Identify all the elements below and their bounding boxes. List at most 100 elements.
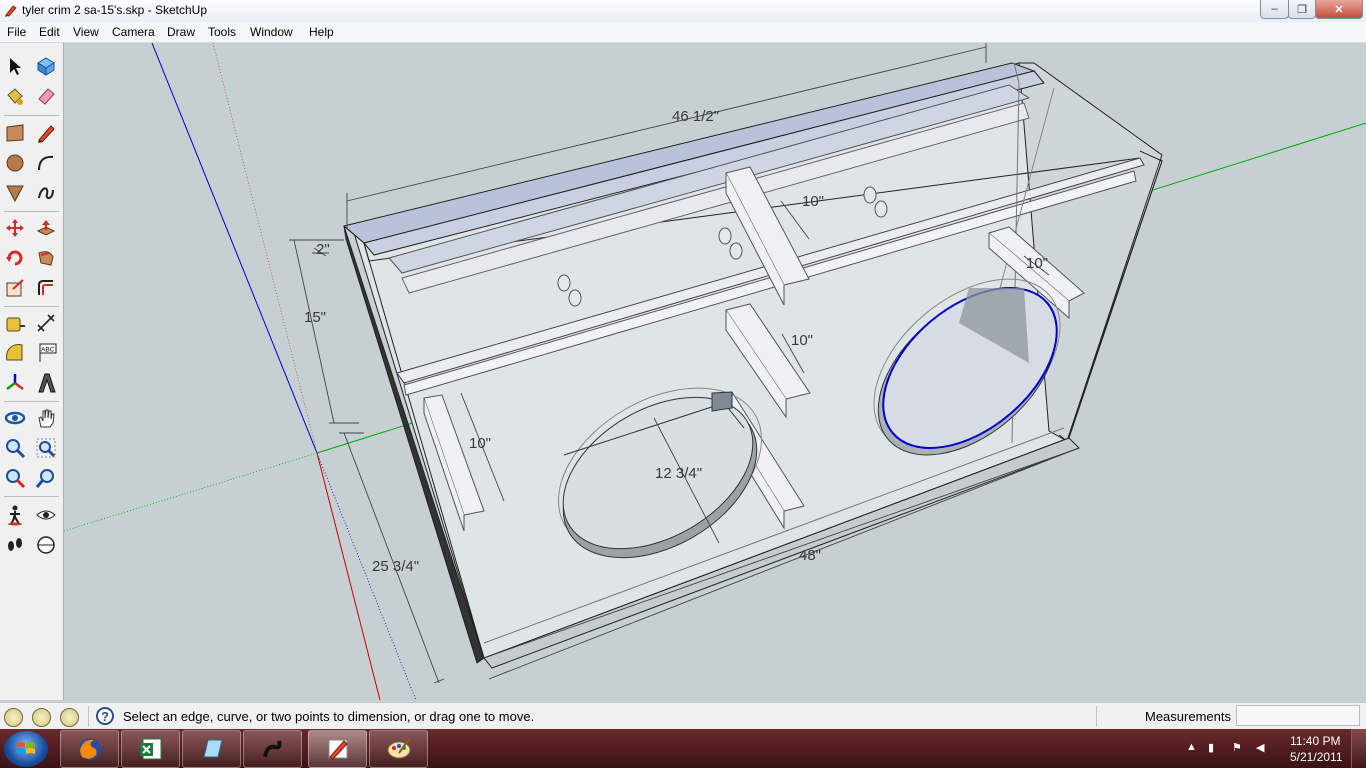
measurements-input[interactable] [1236, 705, 1360, 726]
credits-icon[interactable] [32, 708, 51, 727]
notepad-icon [202, 739, 223, 758]
clock-date[interactable]: 5/21/2011 [1290, 750, 1343, 764]
pencil-icon[interactable] [33, 120, 59, 146]
green-axis-dotted-line [64, 452, 318, 532]
tools-toolbar: ABC [0, 43, 64, 700]
help-icon[interactable]: ? [96, 707, 114, 725]
zoom-window-icon[interactable] [33, 435, 59, 461]
polygon-icon[interactable] [2, 180, 28, 206]
close-button[interactable]: ✕ [1315, 0, 1363, 19]
geo-location-icon[interactable] [4, 708, 23, 727]
section-plane-icon[interactable] [33, 532, 59, 558]
start-button[interactable] [4, 731, 48, 767]
paint-icon [387, 738, 410, 759]
menu-edit[interactable]: Edit [39, 25, 60, 39]
dim-brace-mid[interactable]: 10" [791, 332, 813, 349]
excel-icon [139, 738, 161, 760]
scale-icon[interactable] [2, 275, 28, 301]
status-message: Select an edge, curve, or two points to … [123, 709, 535, 724]
dim-sub-diameter[interactable]: 12 3/4" [655, 465, 702, 482]
blue-axis-dotted-line [316, 452, 417, 700]
follow-me-icon[interactable] [33, 245, 59, 271]
show-desktop-button[interactable] [1351, 729, 1366, 768]
blue-axis-line [151, 43, 318, 454]
look-around-icon[interactable] [33, 502, 59, 528]
circle-icon[interactable] [2, 150, 28, 176]
arc-icon[interactable] [33, 150, 59, 176]
sketchup-icon [328, 739, 348, 760]
select-icon[interactable] [2, 53, 28, 79]
zoom-icon[interactable] [2, 435, 28, 461]
dim-brace-right[interactable]: 10" [1026, 255, 1048, 272]
minimize-button[interactable]: ‒ [1260, 0, 1289, 19]
protractor-icon[interactable] [2, 340, 28, 366]
walk-icon[interactable] [2, 502, 28, 528]
status-bar: ? Select an edge, curve, or two points t… [0, 702, 1366, 730]
3d-text-icon[interactable] [33, 370, 59, 396]
menu-bar: File Edit View Camera Draw Tools Window … [0, 22, 1366, 43]
menu-window[interactable]: Window [250, 25, 293, 39]
menu-view[interactable]: View [73, 25, 99, 39]
model-drawing [64, 43, 1366, 700]
red-axis-line [316, 452, 381, 700]
move-icon[interactable] [2, 215, 28, 241]
show-hidden-icons-icon[interactable]: ▲ [1186, 741, 1200, 755]
rotate-icon[interactable] [2, 245, 28, 271]
minimize-icon: ‒ [1271, 3, 1278, 15]
zoom-extents-icon[interactable] [2, 465, 28, 491]
window-title: tyler crim 2 sa-15's.skp - SketchUp [22, 3, 208, 17]
taskbar-excel[interactable] [121, 730, 180, 768]
taskbar-logitech[interactable] [243, 730, 302, 768]
taskbar-firefox[interactable] [60, 730, 119, 768]
pan-icon[interactable] [33, 405, 59, 431]
orbit-icon[interactable] [2, 405, 28, 431]
logitech-icon [262, 740, 281, 758]
menu-help[interactable]: Help [309, 25, 334, 39]
maximize-icon: ❐ [1297, 3, 1307, 16]
volume-icon[interactable]: ◀ [1256, 741, 1270, 755]
position-camera-icon[interactable] [2, 532, 28, 558]
measurements-label: Measurements [1145, 709, 1231, 724]
dim-width-top[interactable]: 46 1/2" [672, 108, 719, 125]
rectangle-icon[interactable] [2, 120, 28, 146]
system-tray: ▲ ▮ ⚑ ◀ [1184, 735, 1284, 761]
clock-time[interactable]: 11:40 PM [1290, 734, 1340, 748]
eraser-icon[interactable] [33, 83, 59, 109]
taskbar-notepad[interactable] [182, 730, 241, 768]
close-icon: ✕ [1334, 3, 1344, 16]
network-icon[interactable]: ▮ [1208, 741, 1222, 755]
freehand-icon[interactable] [33, 180, 59, 206]
dimension-icon[interactable] [33, 310, 59, 336]
dim-brace-left[interactable]: 10" [469, 435, 491, 452]
taskbar-paint[interactable] [369, 730, 428, 768]
menu-tools[interactable]: Tools [208, 25, 236, 39]
windows-logo-icon [17, 742, 35, 754]
dim-thickness[interactable]: 2" [316, 241, 330, 258]
dim-height-15[interactable]: 15" [304, 309, 326, 326]
make-component-icon[interactable] [33, 53, 59, 79]
user-icon[interactable] [60, 708, 79, 727]
text-icon[interactable]: ABC [33, 340, 59, 366]
taskbar-sketchup[interactable] [308, 730, 367, 768]
maximize-button[interactable]: ❐ [1288, 0, 1316, 19]
push-pull-icon[interactable] [33, 215, 59, 241]
sketchup-app-icon [5, 5, 17, 17]
paint-bucket-icon[interactable] [2, 83, 28, 109]
dim-width-bottom[interactable]: 48" [799, 547, 821, 564]
menu-camera[interactable]: Camera [112, 25, 155, 39]
model-viewport[interactable]: 46 1/2" 10" 2" 15" 10" 10" 10" 12 3/4" 2… [64, 43, 1366, 700]
menu-file[interactable]: File [7, 25, 26, 39]
offset-icon[interactable] [33, 275, 59, 301]
red-axis-dotted-line [212, 43, 318, 454]
firefox-icon [78, 738, 101, 760]
previous-view-icon[interactable] [33, 465, 59, 491]
tape-measure-icon[interactable] [2, 310, 28, 336]
menu-draw[interactable]: Draw [167, 25, 195, 39]
action-center-icon[interactable]: ⚑ [1232, 741, 1246, 755]
title-bar: tyler crim 2 sa-15's.skp - SketchUp ‒ ❐ … [0, 0, 1366, 23]
axes-icon[interactable] [2, 370, 28, 396]
text-icon-label: ABC [41, 347, 55, 354]
dim-brace-top[interactable]: 10" [802, 193, 824, 210]
dim-height-total[interactable]: 25 3/4" [372, 558, 419, 575]
windows-taskbar: ▲ ▮ ⚑ ◀ 11:40 PM 5/21/2011 [0, 729, 1366, 768]
